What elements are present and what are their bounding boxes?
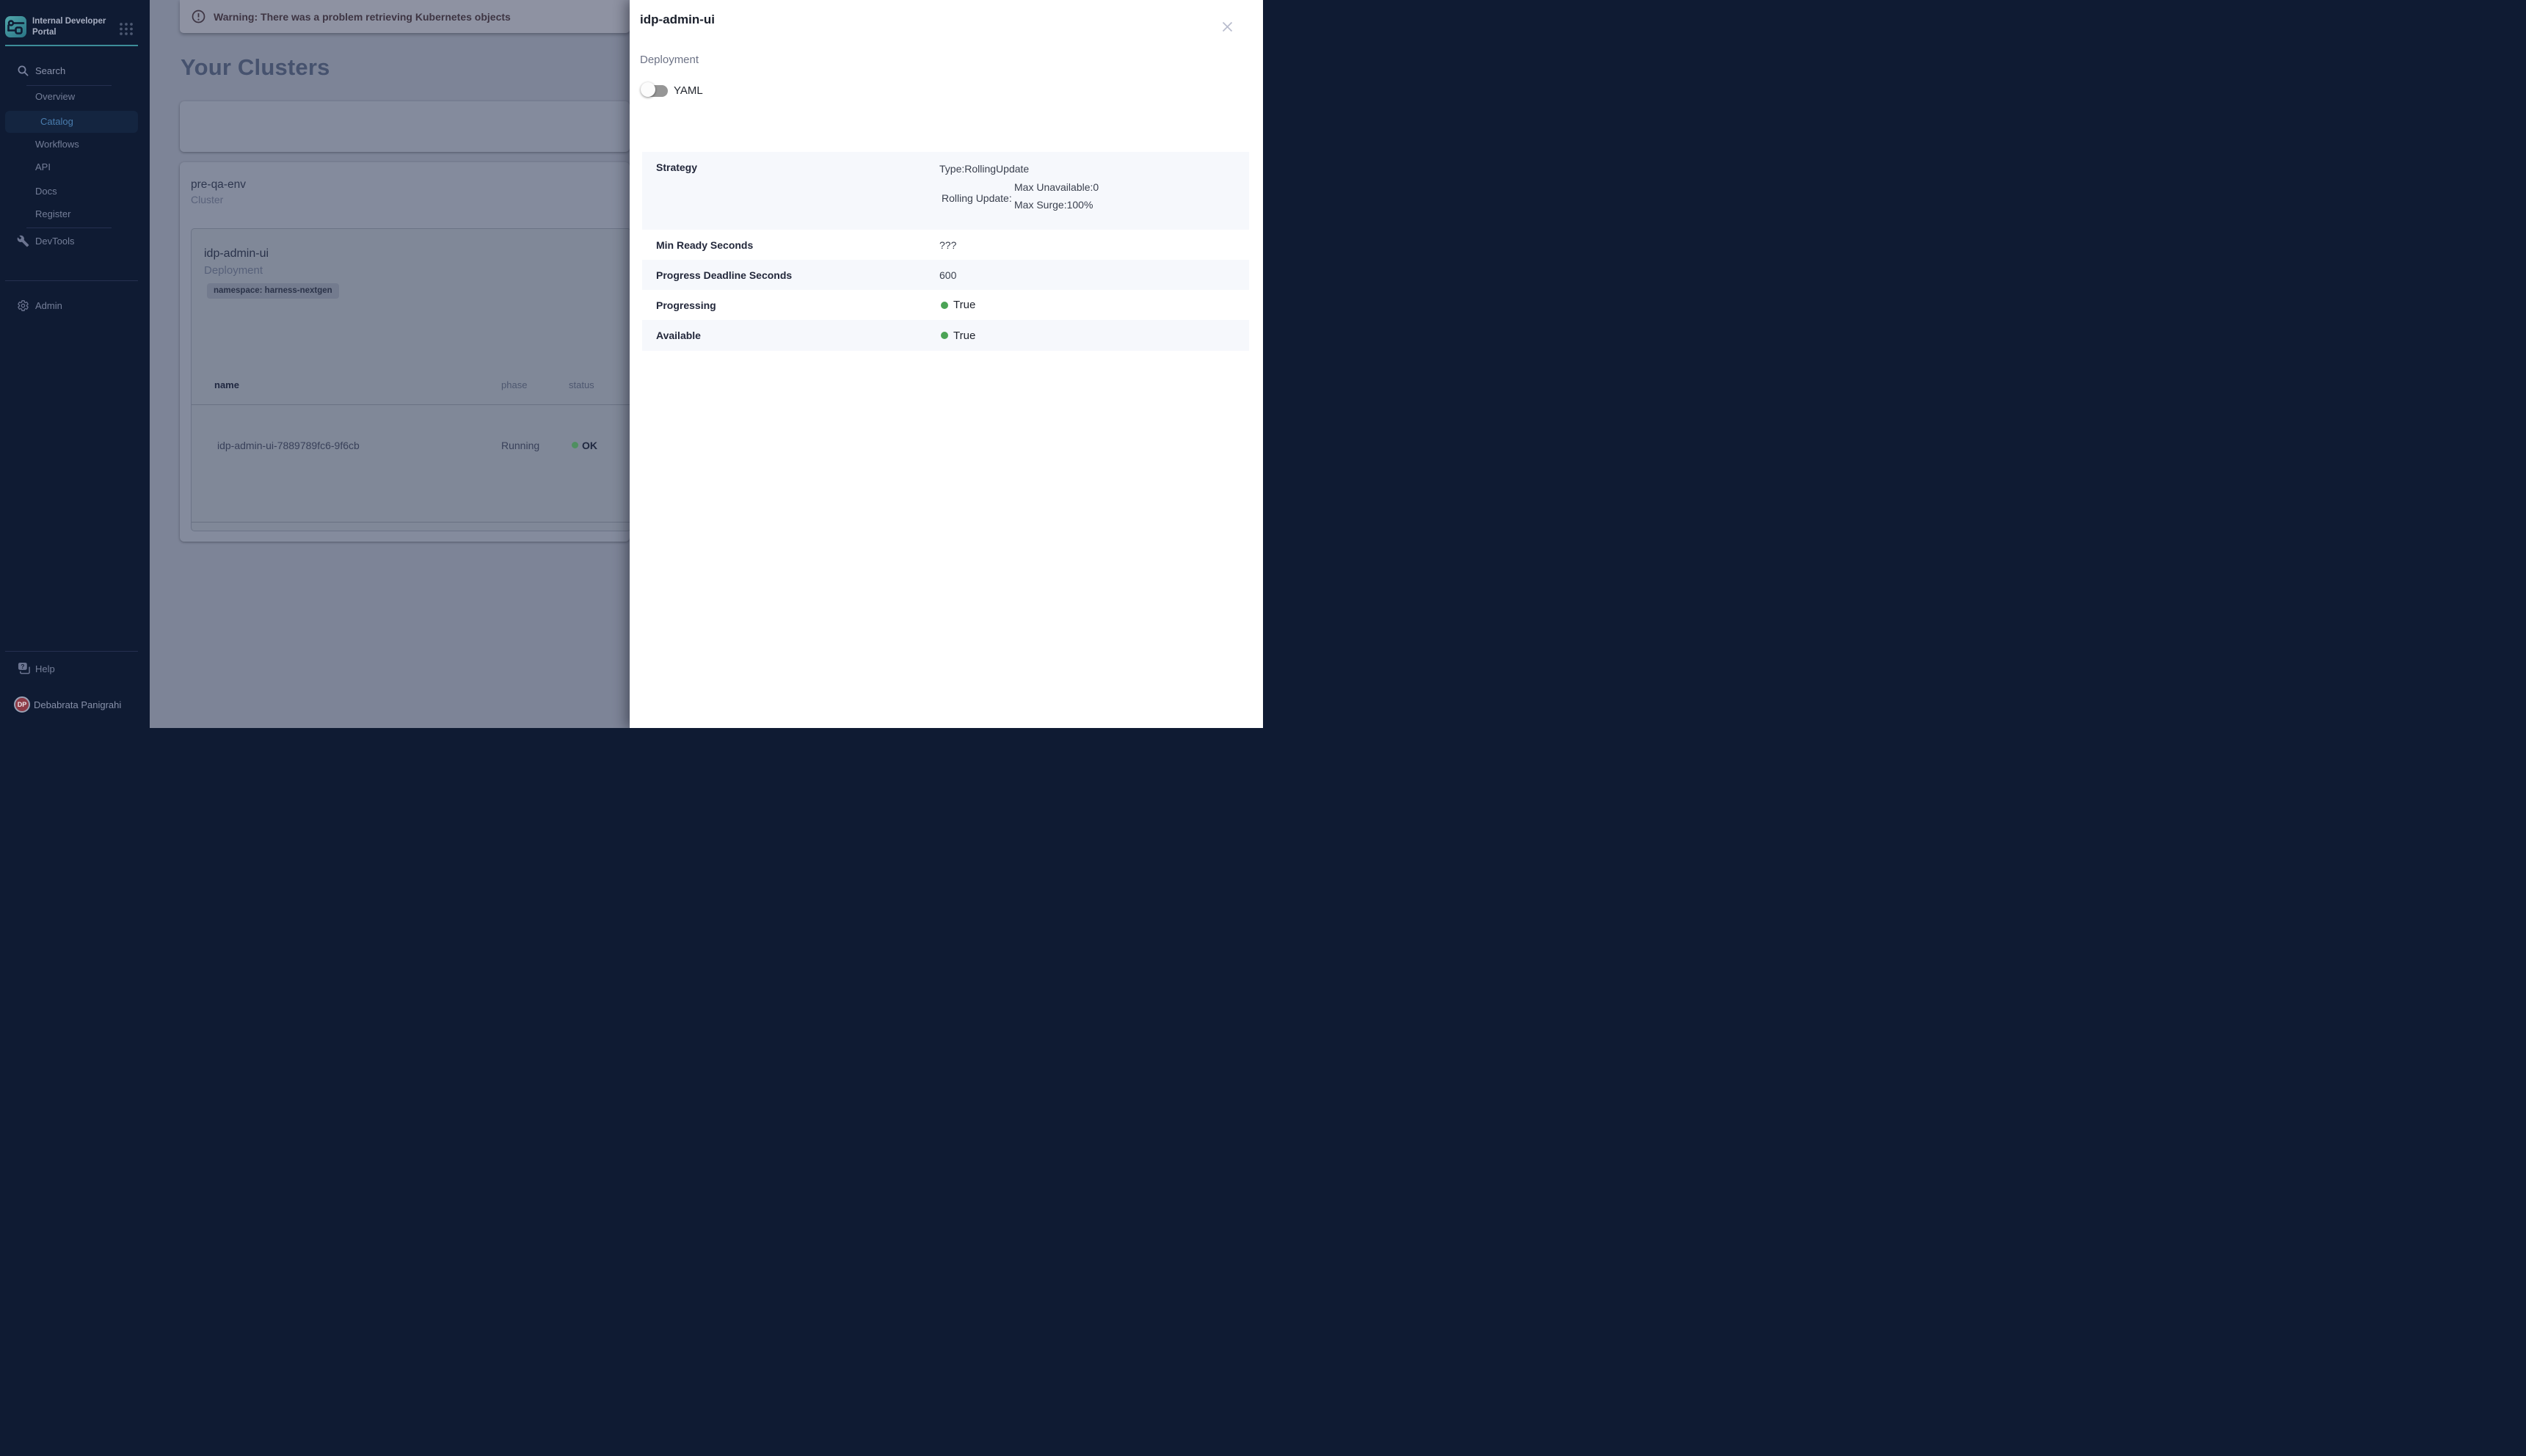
sidebar-item-docs[interactable]: Docs <box>0 180 150 202</box>
details-drawer: idp-admin-ui Deployment YAML Strategy Ty… <box>630 0 1263 728</box>
pod-row-status: OK <box>582 440 597 451</box>
page-title: Your Clusters <box>181 54 330 81</box>
warning-icon <box>192 10 205 23</box>
wrench-icon <box>17 235 29 247</box>
sidebar-item-label: API <box>35 161 51 172</box>
app-root: Warning: There was a problem retrieving … <box>0 0 1263 728</box>
table-divider <box>192 404 630 405</box>
detail-value: True <box>953 299 975 311</box>
brand-logo-icon <box>5 16 26 37</box>
sidebar-item-register[interactable]: Register <box>0 203 150 225</box>
sidebar-item-api[interactable]: API <box>0 156 150 178</box>
pod-status-dot-icon <box>572 442 578 448</box>
sidebar-item-overview[interactable]: Overview <box>0 85 150 107</box>
brand-line1: Internal Developer <box>32 16 106 27</box>
drawer-subtitle: Deployment <box>640 54 699 66</box>
sidebar-item-devtools[interactable]: DevTools <box>0 230 150 252</box>
brand-line2: Portal <box>32 27 106 38</box>
detail-label: Min Ready Seconds <box>642 239 753 251</box>
sidebar-item-admin[interactable]: Admin <box>0 294 150 316</box>
sidebar-item-search[interactable]: Search <box>0 59 150 81</box>
detail-row-strategy: Strategy Type:RollingUpdate Rolling Upda… <box>642 152 1249 230</box>
pod-row-phase: Running <box>501 440 539 451</box>
strategy-type: Type:RollingUpdate <box>939 163 1029 175</box>
sidebar-item-label: Admin <box>35 300 62 311</box>
brand-title: Internal Developer Portal <box>32 16 106 37</box>
close-icon[interactable] <box>1217 16 1237 37</box>
max-unavailable: Max Unavailable:0 <box>1014 181 1099 193</box>
sidebar-item-label: Register <box>35 208 70 219</box>
pods-col-status: status <box>569 379 594 390</box>
pods-col-name: name <box>214 379 239 390</box>
toggle-thumb <box>641 82 655 97</box>
sidebar-item-label: Catalog <box>40 116 73 127</box>
sidebar-divider <box>5 280 138 281</box>
cluster-name: pre-qa-env <box>191 178 246 192</box>
sidebar-item-label: Search <box>35 65 65 76</box>
apps-grid-icon[interactable] <box>118 21 134 37</box>
sidebar: Internal Developer Portal Search Overvie… <box>0 0 150 728</box>
gear-icon <box>17 299 29 312</box>
drawer-title: idp-admin-ui <box>640 12 715 27</box>
detail-row-min-ready-seconds: Min Ready Seconds ??? <box>642 230 1249 260</box>
cluster-kind: Cluster <box>191 194 223 205</box>
sidebar-item-label: DevTools <box>35 236 74 247</box>
detail-row-progressing: Progressing True <box>642 290 1249 320</box>
sidebar-item-catalog[interactable]: Catalog <box>5 111 138 133</box>
svg-text:?: ? <box>21 663 24 670</box>
deployment-name: idp-admin-ui <box>204 247 269 261</box>
warning-banner: Warning: There was a problem retrieving … <box>180 0 630 33</box>
max-surge: Max Surge:100% <box>1014 199 1093 211</box>
deployment-kind: Deployment <box>204 264 263 277</box>
detail-value: ??? <box>939 239 956 251</box>
user-name[interactable]: Debabrata Panigrahi <box>34 699 121 710</box>
sidebar-item-label: Help <box>35 663 55 674</box>
search-icon <box>17 65 29 77</box>
yaml-toggle-label: YAML <box>674 84 703 97</box>
detail-label: Progressing <box>642 299 716 311</box>
status-ok-dot-icon <box>941 332 948 339</box>
sidebar-accent-divider <box>5 45 138 46</box>
detail-row-available: Available True <box>642 320 1249 351</box>
sidebar-item-label: Docs <box>35 186 57 197</box>
cluster-card-qa-env[interactable]: qa-env Cluster <box>180 101 630 152</box>
sidebar-item-label: Overview <box>35 91 75 102</box>
yaml-toggle[interactable] <box>642 82 673 97</box>
rolling-update-label: Rolling Update: <box>942 192 1012 204</box>
sidebar-item-label: Workflows <box>35 139 79 150</box>
sidebar-item-workflows[interactable]: Workflows <box>0 133 150 155</box>
avatar[interactable]: DP <box>14 696 30 713</box>
status-ok-dot-icon <box>941 302 948 309</box>
table-divider <box>192 522 630 523</box>
avatar-initials: DP <box>18 701 27 708</box>
help-chat-icon: ? <box>18 662 30 674</box>
namespace-chip: namespace: harness-nextgen <box>207 283 339 299</box>
detail-value: 600 <box>939 269 956 281</box>
detail-label: Strategy <box>642 152 697 173</box>
pods-col-phase: phase <box>501 379 527 390</box>
sidebar-item-help[interactable]: ? Help <box>0 658 150 680</box>
detail-label: Available <box>642 330 701 341</box>
detail-label: Progress Deadline Seconds <box>642 269 792 281</box>
sidebar-divider <box>5 651 138 652</box>
detail-value: True <box>953 330 975 342</box>
detail-row-progress-deadline-seconds: Progress Deadline Seconds 600 <box>642 260 1249 290</box>
pod-row-name[interactable]: idp-admin-ui-7889789fc6-9f6cb <box>217 440 360 451</box>
warning-text: Warning: There was a problem retrieving … <box>214 11 511 23</box>
